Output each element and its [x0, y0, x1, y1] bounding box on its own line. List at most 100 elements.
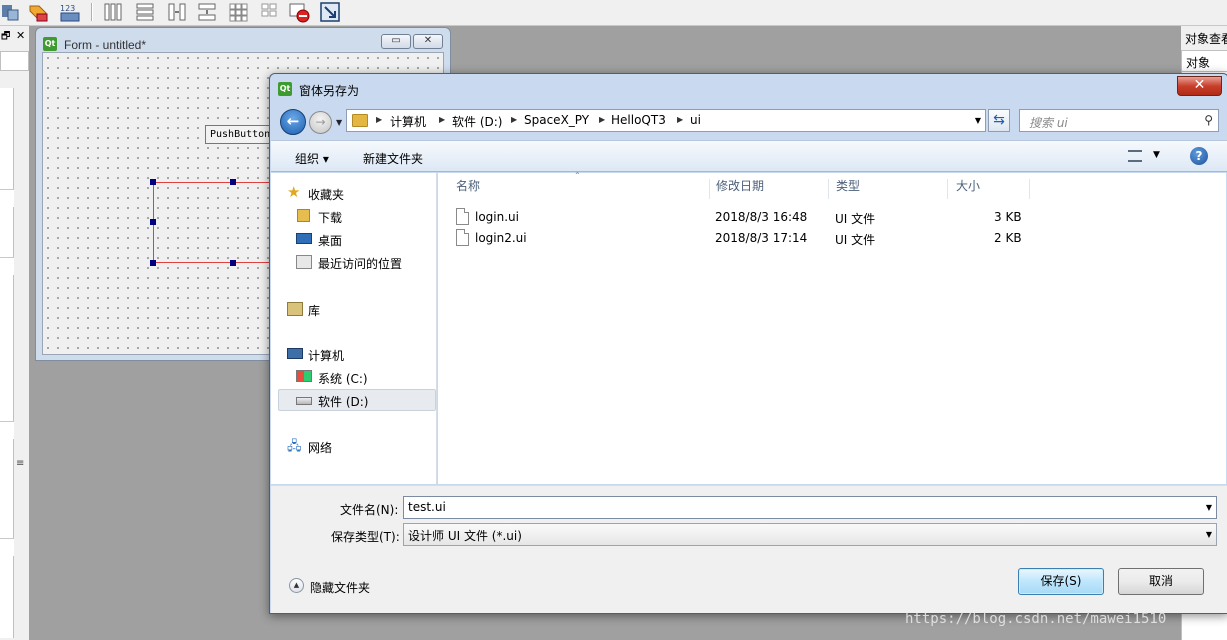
- chevron-right-icon[interactable]: ▶: [677, 115, 683, 124]
- layout-form-icon[interactable]: [258, 1, 280, 23]
- navigation-pane: ★ 收藏夹 下载 桌面 最近访问的位置 库 计算机 系统 (C:) 软件 (D:…: [271, 173, 437, 484]
- nav-label: 网络: [308, 441, 333, 455]
- chevron-down-icon[interactable]: ▼: [1206, 503, 1212, 512]
- file-type: UI 文件: [835, 212, 876, 226]
- selection-handle[interactable]: [150, 219, 156, 225]
- dock-close-icon[interactable]: ✕: [16, 29, 25, 42]
- layout-splitter-h-icon[interactable]: [166, 1, 188, 23]
- help-button[interactable]: ?: [1190, 147, 1208, 165]
- selection-handle[interactable]: [150, 179, 156, 185]
- breadcrumb-computer[interactable]: 计算机: [390, 113, 426, 130]
- filename-input[interactable]: test.ui ▼: [403, 496, 1217, 519]
- column-header-size[interactable]: 大小: [948, 179, 1030, 199]
- history-dropdown-icon[interactable]: ▼: [336, 118, 342, 127]
- designer-toolbar: 123: [0, 0, 1227, 26]
- layout-icon[interactable]: [0, 1, 22, 23]
- file-row[interactable]: login.ui 2018/8/3 16:48 UI 文件 3 KB: [456, 207, 1056, 227]
- tab-order-icon[interactable]: 123: [58, 1, 80, 23]
- splitter-grip-icon[interactable]: ≡: [16, 458, 24, 469]
- search-input[interactable]: 搜索 ui ⚲: [1019, 109, 1219, 132]
- adjust-size-icon[interactable]: [319, 1, 341, 23]
- filename-value: test.ui: [408, 500, 446, 514]
- star-icon: ★: [287, 183, 301, 201]
- save-as-dialog: Qt 窗体另存为 ✕ ← → ▼ ▶ 计算机 ▶ 软件 (D:) ▶ Space…: [269, 73, 1227, 614]
- chevron-right-icon[interactable]: ▶: [376, 115, 382, 124]
- nav-label: 最近访问的位置: [318, 257, 403, 271]
- object-column-header[interactable]: 对象: [1181, 50, 1227, 72]
- filetype-value: 设计师 UI 文件 (*.ui): [408, 529, 522, 543]
- breadcrumb-drive-d[interactable]: 软件 (D:): [452, 113, 502, 130]
- view-dropdown-icon[interactable]: ▼: [1153, 150, 1160, 160]
- nav-downloads[interactable]: 下载: [271, 205, 436, 227]
- dock-float-icon[interactable]: 🗗: [1, 29, 10, 46]
- file-icon: [456, 208, 469, 225]
- chevron-right-icon[interactable]: ▶: [599, 115, 605, 124]
- forward-button[interactable]: →: [309, 111, 332, 134]
- nav-computer[interactable]: 计算机: [271, 343, 436, 365]
- selection-handle[interactable]: [230, 260, 236, 266]
- network-icon: 🖧: [287, 439, 302, 454]
- file-list[interactable]: ⌃ 名称 修改日期 类型 大小 login.ui 2018/8/3 16:48 …: [438, 171, 1226, 484]
- address-bar[interactable]: ▶ 计算机 ▶ 软件 (D:) ▶ SpaceX_PY ▶ HelloQT3 ▶…: [346, 109, 986, 132]
- download-folder-icon: [297, 209, 310, 222]
- nav-drive-d[interactable]: 软件 (D:): [278, 389, 436, 411]
- watermark: https://blog.csdn.net/mawei1510: [905, 611, 1167, 627]
- new-folder-button[interactable]: 新建文件夹: [363, 150, 423, 167]
- breadcrumb-ui[interactable]: ui: [690, 113, 701, 127]
- organize-button[interactable]: 组织 ▾: [295, 150, 329, 167]
- column-header-type[interactable]: 类型: [828, 179, 948, 199]
- folder-icon: [352, 114, 368, 127]
- file-icon: [456, 229, 469, 246]
- file-name: login2.ui: [475, 231, 527, 245]
- widget-category[interactable]: [0, 538, 14, 556]
- layout-selection-box[interactable]: [153, 182, 273, 263]
- nav-drive-c[interactable]: 系统 (C:): [271, 366, 436, 388]
- save-button[interactable]: 保存(S): [1018, 568, 1104, 595]
- chevron-right-icon[interactable]: ▶: [511, 115, 517, 124]
- widget-category[interactable]: [0, 421, 14, 439]
- nav-label: 库: [308, 304, 321, 318]
- form-minimize-button[interactable]: ▭: [381, 34, 411, 49]
- layout-vertical-icon[interactable]: [134, 1, 156, 23]
- layout-horizontal-icon[interactable]: [102, 1, 124, 23]
- column-header-name[interactable]: 名称: [448, 179, 710, 199]
- form-window-title: Form - untitled*: [64, 38, 147, 52]
- qt-logo-icon: Qt: [43, 37, 57, 51]
- break-layout-icon[interactable]: [288, 1, 310, 23]
- selection-handle[interactable]: [150, 260, 156, 266]
- nav-libraries[interactable]: 库: [271, 298, 436, 320]
- selection-handle[interactable]: [230, 179, 236, 185]
- dock-filter-field[interactable]: [0, 51, 29, 71]
- dialog-close-button[interactable]: ✕: [1177, 76, 1222, 96]
- back-button[interactable]: ←: [280, 109, 306, 135]
- search-icon[interactable]: ⚲: [1204, 113, 1213, 127]
- layout-splitter-v-icon[interactable]: [196, 1, 218, 23]
- nav-favorites[interactable]: ★ 收藏夹: [271, 182, 436, 204]
- nav-recent[interactable]: 最近访问的位置: [271, 251, 436, 273]
- widget-category[interactable]: [0, 257, 14, 275]
- filetype-select[interactable]: 设计师 UI 文件 (*.ui) ▼: [403, 523, 1217, 546]
- tag-icon[interactable]: [27, 1, 49, 23]
- column-header-modified[interactable]: 修改日期: [708, 179, 829, 199]
- nav-desktop[interactable]: 桌面: [271, 228, 436, 250]
- push-button-widget[interactable]: PushButton: [205, 125, 271, 144]
- widget-category[interactable]: [0, 189, 14, 207]
- cancel-button[interactable]: 取消: [1118, 568, 1204, 595]
- chevron-down-icon[interactable]: ▼: [1206, 530, 1212, 539]
- breadcrumb-spacex-py[interactable]: SpaceX_PY: [524, 113, 589, 127]
- breadcrumb-helloqt3[interactable]: HelloQT3: [611, 113, 666, 127]
- svg-text:123: 123: [60, 4, 75, 13]
- address-dropdown-icon[interactable]: ▼: [975, 116, 981, 125]
- chevron-right-icon[interactable]: ▶: [439, 115, 445, 124]
- layout-grid-icon[interactable]: [227, 1, 249, 23]
- refresh-button[interactable]: ⇆: [988, 109, 1010, 132]
- dialog-title: 窗体另存为: [299, 84, 360, 98]
- file-size: 3 KB: [994, 210, 1022, 224]
- nav-network[interactable]: 🖧 网络: [271, 435, 436, 457]
- form-close-button[interactable]: ✕: [413, 34, 443, 49]
- file-row[interactable]: login2.ui 2018/8/3 17:14 UI 文件 2 KB: [456, 228, 1056, 248]
- system-drive-icon: [296, 370, 312, 382]
- view-options-icon[interactable]: [1128, 150, 1142, 162]
- left-dock-panel: 🗗 ✕ ≡: [0, 26, 30, 640]
- object-inspector-title: 对象查看: [1185, 32, 1227, 46]
